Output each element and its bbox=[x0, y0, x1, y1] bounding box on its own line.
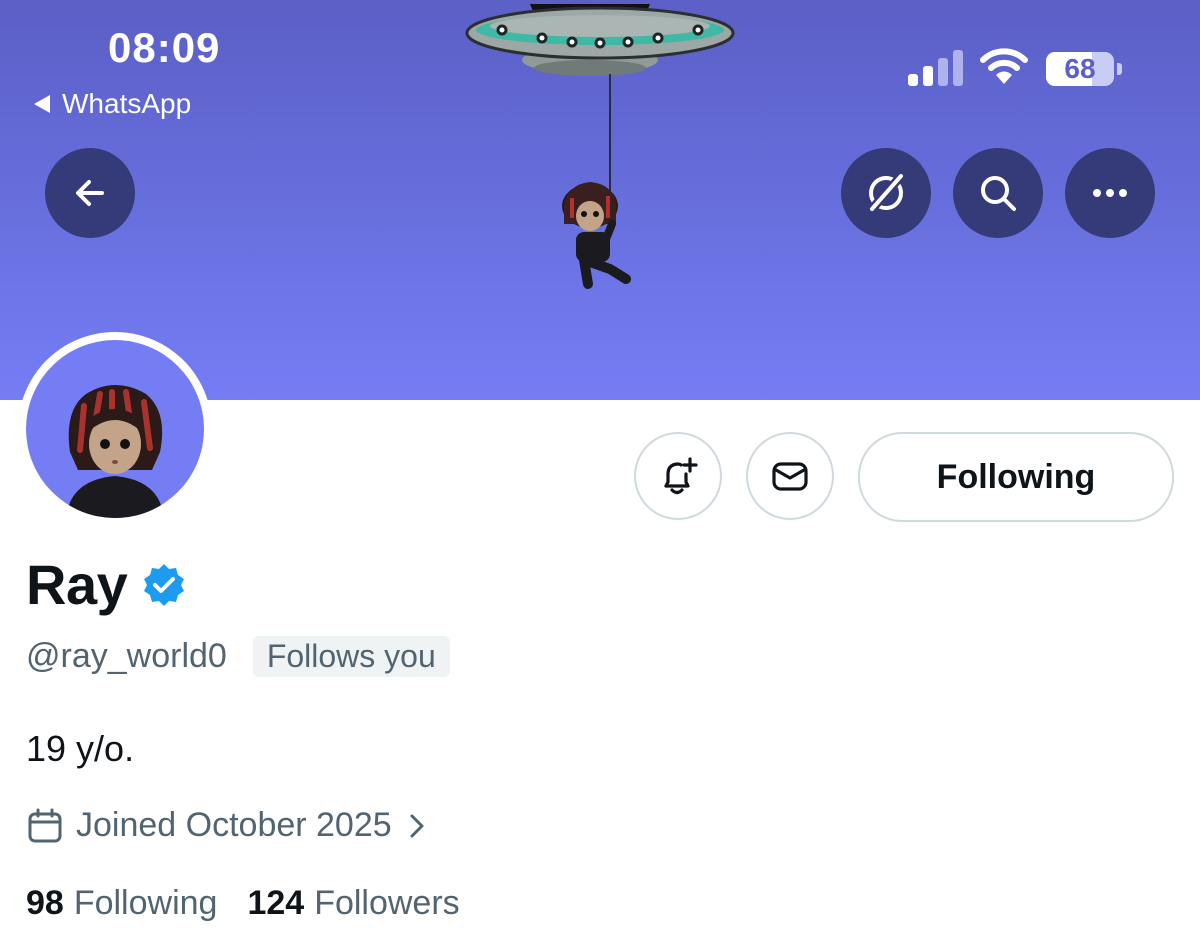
avatar bbox=[26, 340, 204, 518]
message-button[interactable] bbox=[746, 432, 834, 520]
battery-level: 68 bbox=[1064, 53, 1096, 84]
handle-row: @ray_world0 Follows you bbox=[26, 636, 450, 677]
arrow-left-icon bbox=[76, 180, 104, 206]
followers-count: 124 bbox=[247, 884, 305, 922]
display-name: Ray bbox=[26, 553, 128, 616]
back-to-app-link[interactable]: WhatsApp bbox=[34, 88, 191, 120]
following-count-link[interactable]: 98 Following bbox=[26, 884, 217, 923]
battery-nub bbox=[1117, 63, 1122, 75]
search-button[interactable] bbox=[953, 148, 1043, 238]
profile-banner[interactable]: 08:09 WhatsApp 68 bbox=[0, 0, 1200, 400]
profile-bio: 19 y/o. bbox=[26, 728, 135, 769]
notify-button[interactable] bbox=[634, 432, 722, 520]
following-label: Following bbox=[73, 884, 218, 922]
joined-date-row[interactable]: Joined October 2025 bbox=[26, 806, 430, 845]
following-button[interactable]: Following bbox=[858, 432, 1174, 522]
bell-plus-icon bbox=[664, 457, 698, 495]
wifi-icon bbox=[980, 48, 1028, 84]
follows-you-badge: Follows you bbox=[252, 636, 450, 677]
status-time: 08:09 bbox=[108, 24, 221, 71]
followers-label: Followers bbox=[314, 884, 460, 922]
followers-count-link[interactable]: 124 Followers bbox=[247, 884, 459, 923]
calendar-icon bbox=[28, 808, 62, 842]
joined-date-label: Joined October 2025 bbox=[76, 806, 392, 844]
back-app-label: WhatsApp bbox=[62, 88, 192, 119]
profile-name-row: Ray bbox=[26, 552, 187, 617]
chevron-right-icon bbox=[410, 814, 424, 837]
battery-body: 68 bbox=[1046, 52, 1114, 86]
verified-badge-icon[interactable] bbox=[141, 562, 187, 608]
hanging-character-illustration bbox=[562, 74, 631, 289]
search-icon bbox=[981, 176, 1016, 211]
avatar-frame[interactable] bbox=[18, 332, 212, 526]
envelope-icon bbox=[772, 462, 808, 491]
username-handle: @ray_world0 bbox=[26, 637, 227, 675]
grok-slash-icon bbox=[868, 173, 905, 212]
more-options-button[interactable] bbox=[1065, 148, 1155, 238]
battery-indicator: 68 bbox=[1046, 52, 1124, 86]
avatar-character-illustration bbox=[66, 385, 164, 518]
cellular-signal-icon bbox=[908, 50, 963, 86]
follow-stats: 98 Following 124 Followers bbox=[26, 884, 460, 923]
following-count: 98 bbox=[26, 884, 64, 922]
back-button[interactable] bbox=[45, 148, 135, 238]
back-triangle-icon bbox=[34, 95, 50, 113]
grok-button[interactable] bbox=[841, 148, 931, 238]
more-horizontal-icon bbox=[1093, 189, 1127, 197]
